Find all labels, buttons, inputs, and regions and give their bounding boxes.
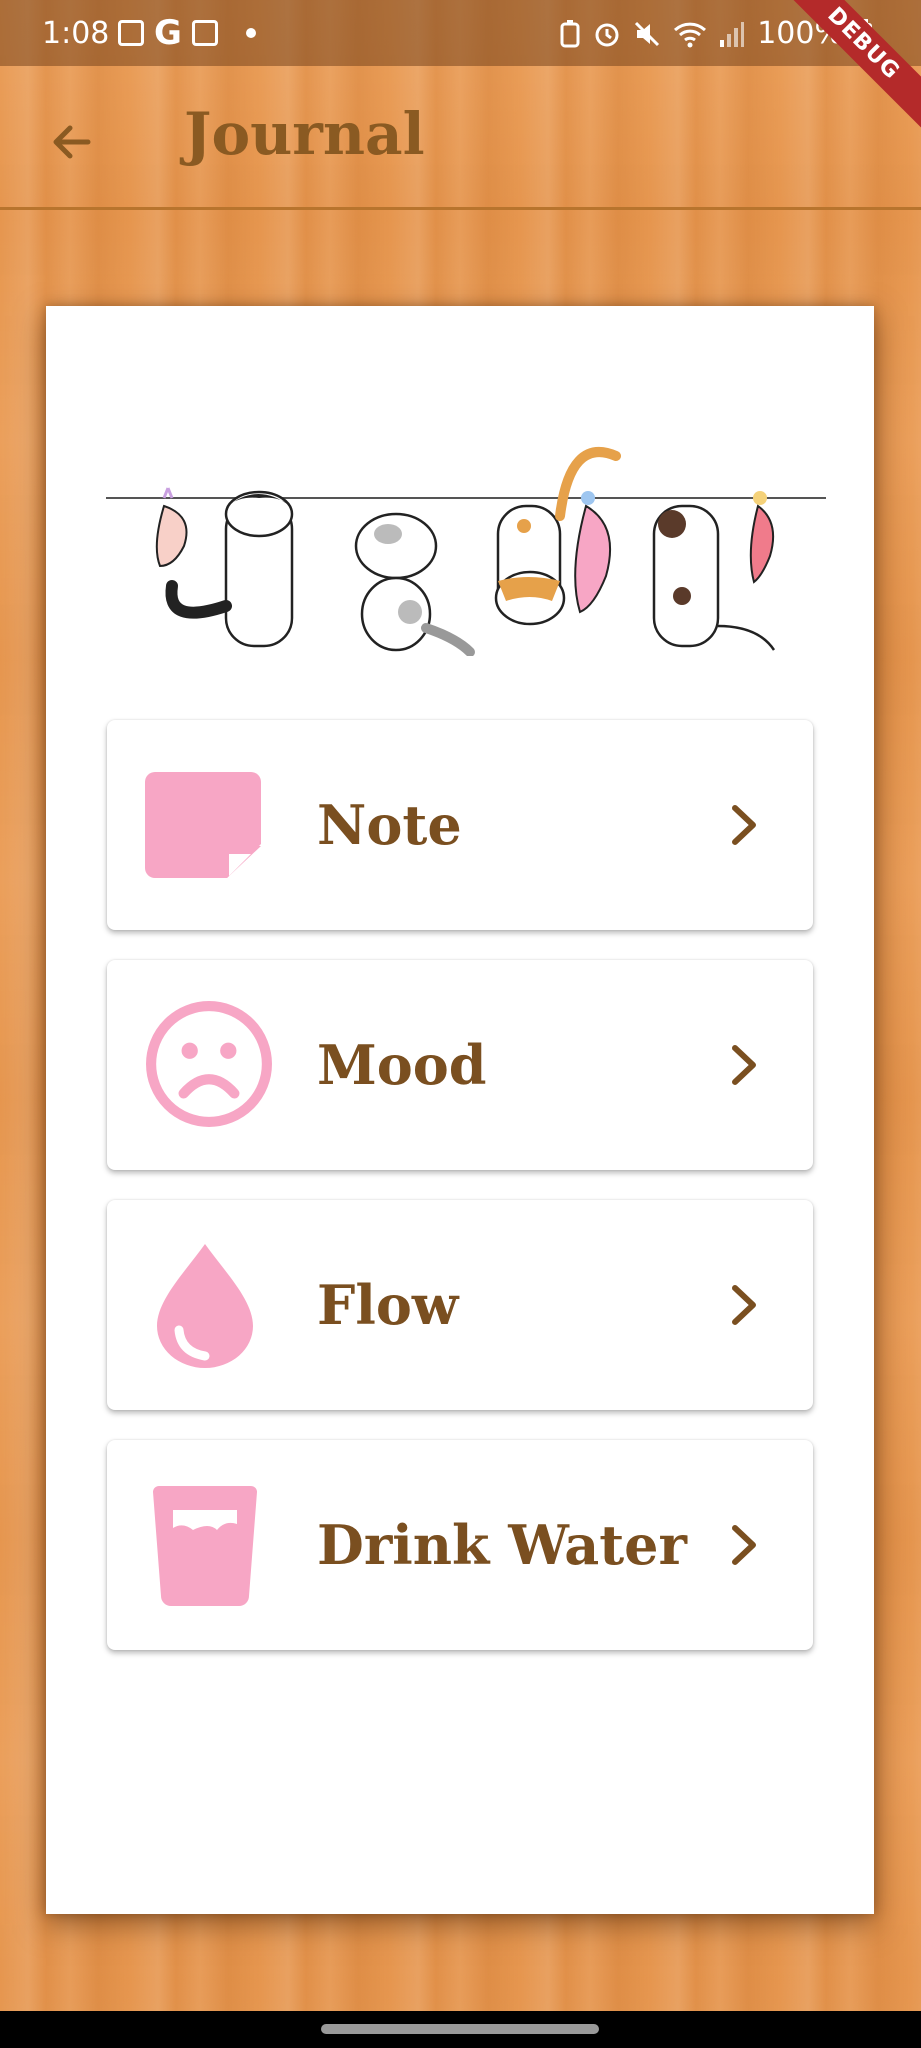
chevron-right-icon [732,805,756,845]
page-title: Journal [184,100,425,168]
water-glass-icon [153,1486,257,1606]
menu-label-flow: Flow [317,1273,459,1337]
dot-icon [245,28,256,38]
alarm-icon [595,23,619,46]
image-icon [118,20,144,46]
menu-label-mood: Mood [317,1033,487,1097]
signal-icon [720,21,745,47]
app-bar-divider [0,207,921,210]
back-button[interactable] [36,106,108,178]
chevron-right-icon [732,1285,756,1325]
status-left-icons: G [118,13,256,53]
menu-item-drink-water[interactable]: Drink Water [107,1440,813,1650]
menu-item-mood[interactable]: Mood [107,960,813,1170]
mute-icon [635,21,660,46]
wifi-icon [674,22,707,47]
menu-item-flow[interactable]: Flow [107,1200,813,1410]
app-bar: Journal [0,66,921,210]
arrow-left-icon [53,125,91,159]
menu-label-note: Note [317,793,462,857]
chevron-right-icon [732,1525,756,1565]
status-bar: 1:08 G 100% DEBUG [0,0,921,142]
drop-icon [157,1244,253,1368]
hanging-cats-illustration [106,447,826,656]
battery-saver-icon [560,19,580,47]
journal-panel: Note Mood Flow Drink Water [46,306,874,1914]
home-gesture-handle[interactable] [321,2024,599,2034]
system-nav-bar [0,2011,921,2048]
sad-face-icon [146,1001,272,1127]
calendar-icon [191,20,218,46]
menu-item-note[interactable]: Note [107,720,813,930]
status-time: 1:08 [42,16,110,51]
google-icon: G [154,13,182,53]
menu-label-drink-water: Drink Water [317,1513,687,1577]
chevron-right-icon [732,1045,756,1085]
sticky-note-icon [145,772,261,878]
